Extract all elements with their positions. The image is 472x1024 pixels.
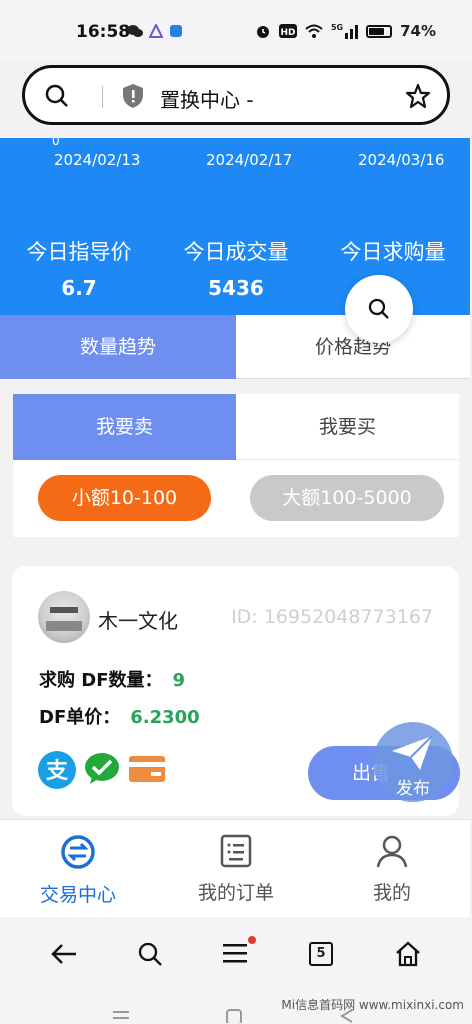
stat-volume: 今日成交量 5436	[161, 236, 311, 300]
app-notification-icon	[149, 24, 163, 38]
price-label: DF单价：	[39, 707, 121, 728]
stat-label: 今日求购量	[340, 240, 446, 264]
wechat-notification-icon	[127, 25, 143, 37]
network-label: 5G	[330, 23, 344, 32]
battery-percent: 74%	[400, 22, 436, 40]
star-icon[interactable]	[405, 83, 431, 109]
exchange-icon	[61, 835, 95, 869]
seller-avatar	[38, 591, 90, 643]
status-time: 16:58	[76, 22, 131, 42]
quantity-label: 求购 DF数量：	[39, 670, 163, 691]
tab-sell[interactable]: 我要卖	[13, 394, 236, 460]
battery-icon	[366, 24, 393, 38]
address-bar[interactable]: 置换中心 -	[22, 65, 450, 125]
address-divider	[102, 86, 103, 108]
chart-date-1: 2024/02/13	[54, 151, 141, 169]
stat-value: 6.7	[61, 276, 97, 300]
chart-date-2: 2024/02/17	[206, 151, 293, 169]
seller-id: ID: 16952048773167	[231, 606, 433, 628]
quantity-row: 求购 DF数量： 9	[39, 666, 185, 692]
chart-date-3: 2024/03/16	[358, 151, 445, 169]
browser-toolbar: 5	[0, 917, 472, 997]
bottom-nav: 交易中心 我的订单 我的	[0, 819, 470, 917]
status-bar: 16:58 HD 5G 74%	[0, 0, 472, 60]
menu-icon[interactable]	[222, 941, 248, 965]
chart-axis-zero: 0	[52, 134, 60, 148]
svg-text:支: 支	[46, 759, 69, 784]
stat-value: 5436	[208, 276, 264, 300]
profile-icon	[376, 835, 408, 868]
paper-plane-icon	[392, 735, 433, 770]
nav-profile[interactable]: 我的	[314, 834, 470, 905]
menu-notification-dot	[248, 936, 256, 944]
seller-name: 木一文化	[98, 609, 178, 633]
tabs-count-button[interactable]: 5	[309, 942, 333, 966]
home-gesture-icon[interactable]	[226, 1009, 242, 1023]
hd-icon: HD	[278, 24, 297, 38]
tab-quantity-trend[interactable]: 数量趋势	[0, 315, 236, 379]
quantity-value: 9	[172, 670, 186, 691]
app-notification-icon-2	[170, 25, 182, 37]
wechat-pay-icon	[85, 753, 119, 784]
tab-buy[interactable]: 我要买	[236, 394, 459, 460]
orders-icon	[220, 834, 252, 868]
floating-search-button[interactable]	[345, 275, 413, 343]
bank-card-icon	[129, 756, 165, 782]
signal-icon: 5G	[330, 23, 359, 39]
back-icon[interactable]	[50, 941, 78, 967]
watermark: Mi信息首码网 www.mixinxi.com	[281, 998, 464, 1012]
stat-label: 今日指导价	[26, 240, 132, 264]
search-icon	[368, 298, 389, 319]
battery-fill	[369, 27, 384, 35]
stat-guide-price: 今日指导价 6.7	[4, 236, 154, 300]
stat-label: 今日成交量	[183, 240, 289, 264]
nav-label: 我的订单	[197, 882, 274, 904]
publish-label: 发布	[396, 779, 430, 799]
publish-button[interactable]: 发布	[373, 722, 453, 802]
nav-trade-center[interactable]: 交易中心	[0, 834, 156, 907]
nav-label: 交易中心	[39, 884, 116, 906]
alarm-icon	[256, 26, 269, 38]
shield-icon[interactable]	[121, 83, 145, 109]
nav-my-orders[interactable]: 我的订单	[158, 834, 314, 905]
recents-icon[interactable]	[112, 1009, 130, 1021]
stat-demand: 今日求购量	[318, 236, 468, 276]
alipay-icon: 支	[38, 751, 76, 789]
price-value: 6.2300	[130, 707, 200, 728]
search-icon[interactable]	[137, 941, 163, 967]
price-row: DF单价： 6.2300	[39, 703, 200, 729]
filter-large-amount[interactable]: 大额100-5000	[250, 475, 444, 521]
status-right-icons: HD 5G 74%	[255, 22, 436, 40]
search-icon[interactable]	[45, 84, 69, 108]
home-icon[interactable]	[395, 941, 421, 967]
filter-small-amount[interactable]: 小额10-100	[38, 475, 211, 521]
page-title: 置换中心 -	[160, 88, 254, 112]
notification-icons	[127, 24, 183, 38]
trade-panel: 我要卖 我要买 小额10-100 大额100-5000	[13, 394, 459, 537]
nav-label: 我的	[372, 882, 411, 904]
wifi-icon	[305, 24, 323, 38]
svg-text:HD: HD	[280, 28, 295, 38]
